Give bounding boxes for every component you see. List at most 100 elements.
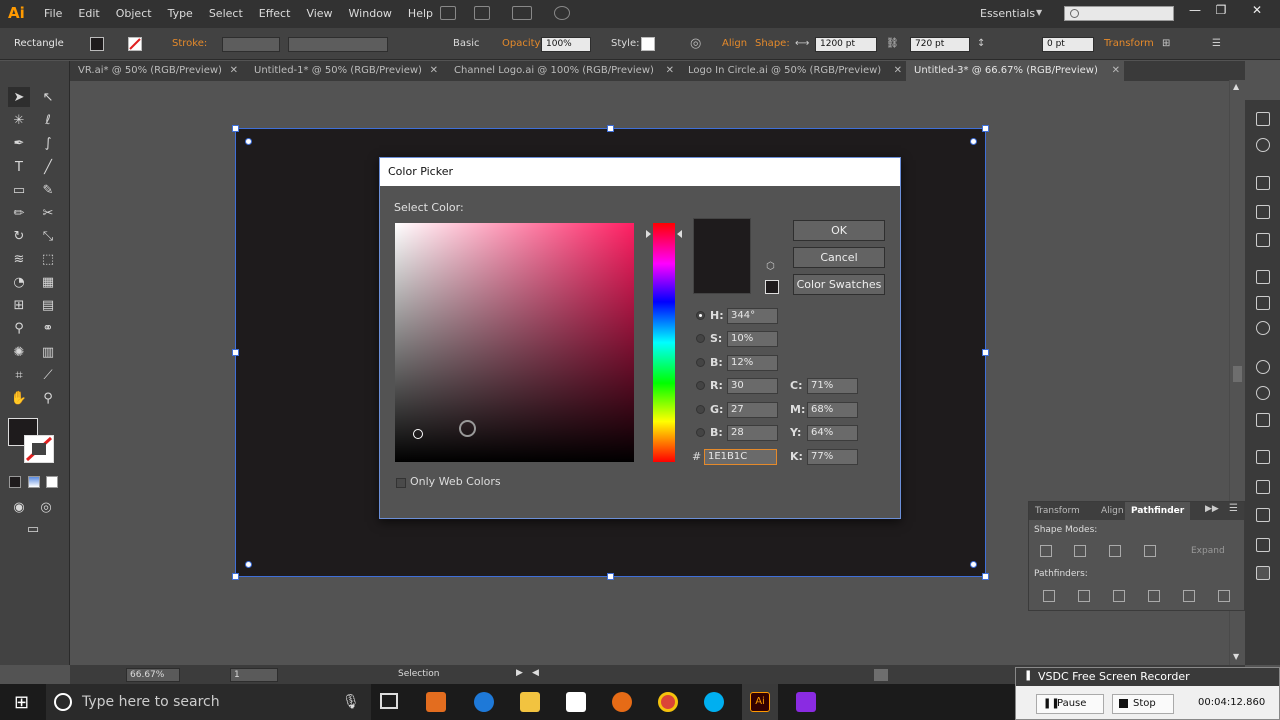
pause-button[interactable]: ❚❚ Pause bbox=[1036, 694, 1104, 714]
scroll-down-icon[interactable]: ▼ bbox=[1233, 652, 1239, 661]
corner-widget[interactable] bbox=[970, 561, 977, 568]
gpu-performance-icon[interactable] bbox=[554, 6, 570, 20]
color-selector-ring[interactable] bbox=[413, 429, 423, 439]
pathfinder-dock-icon[interactable] bbox=[1256, 566, 1270, 580]
links-panel-icon[interactable] bbox=[1256, 508, 1270, 522]
pencil-tool-icon[interactable]: ✏ bbox=[8, 203, 30, 223]
arrange-documents-icon[interactable] bbox=[512, 6, 532, 20]
column-graph-tool-icon[interactable]: ▥ bbox=[37, 342, 59, 362]
scrollbar-thumb[interactable] bbox=[1233, 366, 1242, 382]
blend-tool-icon[interactable]: ⚭ bbox=[37, 318, 59, 338]
brushes-panel-icon[interactable] bbox=[1256, 205, 1270, 219]
workspace-switcher[interactable]: Essentials bbox=[980, 0, 1035, 28]
hex-field[interactable]: 1E1B1C bbox=[704, 449, 777, 465]
direct-selection-tool-icon[interactable]: ↖ bbox=[37, 87, 59, 107]
line-tool-icon[interactable]: ╱ bbox=[37, 157, 59, 177]
unite-icon[interactable] bbox=[1040, 545, 1052, 557]
libraries-panel-icon[interactable] bbox=[1256, 450, 1270, 464]
menu-help[interactable]: Help bbox=[400, 0, 441, 28]
artboards-panel-icon[interactable] bbox=[1256, 480, 1270, 494]
stop-button[interactable]: Stop bbox=[1112, 694, 1174, 714]
tab-logo-in-circle[interactable]: Logo In Circle.ai @ 50% (RGB/Preview) ✕ bbox=[680, 61, 906, 81]
fill-swatch[interactable] bbox=[90, 37, 104, 51]
menu-edit[interactable]: Edit bbox=[70, 0, 107, 28]
workspace-chevron-icon[interactable]: ▼ bbox=[1036, 8, 1042, 17]
exclude-icon[interactable] bbox=[1144, 545, 1156, 557]
tab-pathfinder[interactable]: Pathfinder bbox=[1125, 502, 1191, 520]
magic-wand-tool-icon[interactable]: ✳ bbox=[8, 110, 30, 130]
artboard-tool-icon[interactable]: ⌗ bbox=[8, 365, 30, 385]
free-transform-tool-icon[interactable]: ⬚ bbox=[37, 249, 59, 269]
appearance-panel-icon[interactable] bbox=[1256, 360, 1270, 374]
blue-field[interactable]: 28 bbox=[727, 425, 778, 441]
menu-window[interactable]: Window bbox=[341, 0, 400, 28]
symbol-sprayer-tool-icon[interactable]: ✺ bbox=[8, 342, 30, 362]
transparency-panel-icon[interactable] bbox=[1256, 321, 1270, 335]
swatches-panel-icon[interactable] bbox=[1256, 176, 1270, 190]
corner-widget[interactable] bbox=[970, 138, 977, 145]
crop-icon[interactable] bbox=[1148, 590, 1160, 602]
illustrator-taskbar-active[interactable]: Ai bbox=[742, 684, 778, 720]
recolor-icon[interactable]: ◎ bbox=[690, 28, 701, 60]
scissors-tool-icon[interactable]: ✂ bbox=[37, 203, 59, 223]
tab-untitled-1[interactable]: Untitled-1* @ 50% (RGB/Preview) ✕ bbox=[246, 61, 442, 81]
stroke-weight-field[interactable] bbox=[222, 37, 280, 52]
resize-handle[interactable] bbox=[607, 573, 614, 580]
resize-handle[interactable] bbox=[232, 349, 239, 356]
merge-icon[interactable] bbox=[1113, 590, 1125, 602]
rectangle-tool-icon[interactable]: ▭ bbox=[8, 180, 30, 200]
tool-status[interactable]: Selection bbox=[398, 669, 439, 679]
screen-mode-icon[interactable]: ▭ bbox=[22, 519, 44, 539]
resize-handle[interactable] bbox=[982, 573, 989, 580]
tab-transform[interactable]: Transform bbox=[1029, 502, 1086, 520]
gradient-panel-icon[interactable] bbox=[1256, 296, 1270, 310]
hue-slider[interactable] bbox=[653, 223, 675, 462]
variable-width-profile[interactable] bbox=[288, 37, 388, 52]
tab-channel-logo[interactable]: Channel Logo.ai @ 100% (RGB/Preview) ✕ bbox=[446, 61, 678, 81]
taskbar-search[interactable]: Type here to search 🎙 bbox=[46, 684, 371, 720]
store-icon[interactable] bbox=[566, 692, 586, 712]
brightness-radio[interactable] bbox=[696, 358, 705, 367]
menu-select[interactable]: Select bbox=[201, 0, 251, 28]
resize-handle[interactable] bbox=[232, 125, 239, 132]
menu-view[interactable]: View bbox=[298, 0, 340, 28]
height-field[interactable]: 720 pt bbox=[910, 37, 970, 52]
only-web-colors-checkbox[interactable] bbox=[396, 478, 406, 488]
close-window-button[interactable]: ✕ bbox=[1244, 0, 1270, 22]
perspective-grid-tool-icon[interactable]: ▦ bbox=[37, 272, 59, 292]
trim-icon[interactable] bbox=[1078, 590, 1090, 602]
stroke-swatch[interactable] bbox=[128, 37, 142, 51]
expand-button[interactable]: Expand bbox=[1191, 546, 1225, 556]
stroke-panel-icon[interactable] bbox=[1256, 270, 1270, 284]
shape-link[interactable]: Shape: bbox=[755, 28, 790, 60]
shape-builder-tool-icon[interactable]: ◔ bbox=[8, 272, 30, 292]
scroll-left-icon[interactable]: ◀ bbox=[532, 668, 539, 678]
curvature-tool-icon[interactable]: ∫ bbox=[37, 133, 59, 153]
minus-back-icon[interactable] bbox=[1218, 590, 1230, 602]
menu-type[interactable]: Type bbox=[160, 0, 201, 28]
tab-untitled-3[interactable]: Untitled-3* @ 66.67% (RGB/Preview) ✕ bbox=[906, 61, 1124, 81]
color-mode-icon[interactable] bbox=[9, 476, 21, 488]
gradient-tool-icon[interactable]: ▤ bbox=[37, 295, 59, 315]
bridge-icon[interactable] bbox=[440, 6, 456, 20]
artboard-navigation-field[interactable]: 1 bbox=[230, 668, 278, 682]
resize-handle[interactable] bbox=[982, 125, 989, 132]
gradient-mode-icon[interactable] bbox=[28, 476, 40, 488]
file-explorer-icon[interactable] bbox=[520, 692, 540, 712]
hue-radio[interactable] bbox=[696, 311, 705, 320]
opacity-label[interactable]: Opacity: bbox=[502, 28, 543, 60]
skype-icon[interactable] bbox=[704, 692, 724, 712]
tab-vr[interactable]: VR.ai* @ 50% (RGB/Preview) ✕ bbox=[70, 61, 242, 81]
chrome-icon[interactable] bbox=[658, 692, 678, 712]
color-guide-icon[interactable] bbox=[1256, 138, 1270, 152]
lasso-tool-icon[interactable]: ℓ bbox=[37, 110, 59, 130]
warp-tool-icon[interactable]: ≋ bbox=[8, 249, 30, 269]
constrain-link-icon[interactable]: ⛓ bbox=[886, 28, 899, 60]
collapse-panel-icon[interactable]: ▶▶ bbox=[1205, 504, 1219, 514]
menu-effect[interactable]: Effect bbox=[251, 0, 299, 28]
resize-handle[interactable] bbox=[232, 573, 239, 580]
align-link[interactable]: Align bbox=[722, 28, 747, 60]
corner-widget[interactable] bbox=[245, 561, 252, 568]
h-field[interactable]: 344° bbox=[727, 308, 778, 324]
red-radio[interactable] bbox=[696, 381, 705, 390]
